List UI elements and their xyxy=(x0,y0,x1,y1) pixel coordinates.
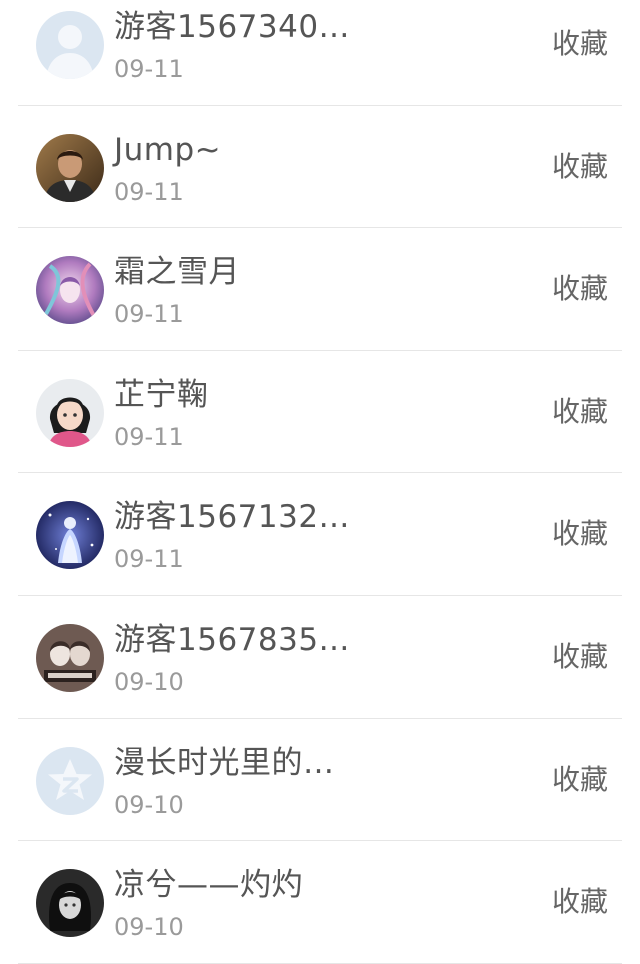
list-item[interactable]: 漫长时光里的… 09-10 收藏 xyxy=(18,719,622,842)
visit-date: 09-11 xyxy=(114,422,184,451)
qzone-star-icon[interactable] xyxy=(36,746,104,815)
visit-date: 09-11 xyxy=(114,55,184,83)
man-portrait-photo[interactable] xyxy=(36,133,104,202)
default-person-icon[interactable] xyxy=(36,11,104,79)
visit-date: 09-11 xyxy=(114,177,184,206)
favorite-button[interactable]: 收藏 xyxy=(552,763,608,797)
visitor-name[interactable]: 游客1567835… xyxy=(114,622,350,658)
list-item[interactable]: 凉兮——灼灼 09-10 收藏 xyxy=(18,841,622,964)
list-item[interactable]: Jump~ 09-11 收藏 xyxy=(18,106,622,229)
visit-date: 09-10 xyxy=(114,913,184,942)
favorite-button[interactable]: 收藏 xyxy=(552,150,608,184)
visitor-name[interactable]: 漫长时光里的… xyxy=(114,745,335,781)
visitor-name[interactable]: 游客1567340… xyxy=(114,9,350,45)
dark-portrait-photo[interactable] xyxy=(36,869,104,938)
visit-date: 09-10 xyxy=(114,790,184,819)
girl-portrait-photo[interactable] xyxy=(36,378,104,447)
visitor-name[interactable]: 芷宁鞠 xyxy=(114,377,209,413)
visitor-name[interactable]: 霜之雪月 xyxy=(114,254,240,290)
visit-date: 09-11 xyxy=(114,300,184,329)
favorite-button[interactable]: 收藏 xyxy=(552,517,608,551)
visit-date: 09-10 xyxy=(114,667,184,696)
favorite-button[interactable]: 收藏 xyxy=(552,395,608,429)
list-item[interactable]: 芷宁鞠 09-11 收藏 xyxy=(18,351,622,474)
favorite-button[interactable]: 收藏 xyxy=(552,27,608,61)
list-item[interactable]: 游客1567340… 09-11 收藏 xyxy=(18,0,622,106)
favorite-button[interactable]: 收藏 xyxy=(552,640,608,674)
list-item[interactable]: 游客1567835… 09-10 收藏 xyxy=(18,596,622,719)
visitor-name[interactable]: Jump~ xyxy=(114,132,221,168)
visitor-name[interactable]: 游客1567132… xyxy=(114,499,350,535)
sketch-couple-photo[interactable] xyxy=(36,623,104,692)
list-item[interactable]: 游客1567132… 09-11 收藏 xyxy=(18,473,622,596)
anime-art-photo[interactable] xyxy=(36,256,104,325)
visitor-list: 游客1567340… 09-11 收藏 Jump~ 09-11 收藏 霜之雪月 … xyxy=(0,0,640,964)
visit-date: 09-11 xyxy=(114,545,184,574)
favorite-button[interactable]: 收藏 xyxy=(552,272,608,306)
favorite-button[interactable]: 收藏 xyxy=(552,885,608,919)
visitor-name[interactable]: 凉兮——灼灼 xyxy=(114,867,303,903)
anime-princess-photo[interactable] xyxy=(36,501,104,570)
list-item[interactable]: 霜之雪月 09-11 收藏 xyxy=(18,228,622,351)
